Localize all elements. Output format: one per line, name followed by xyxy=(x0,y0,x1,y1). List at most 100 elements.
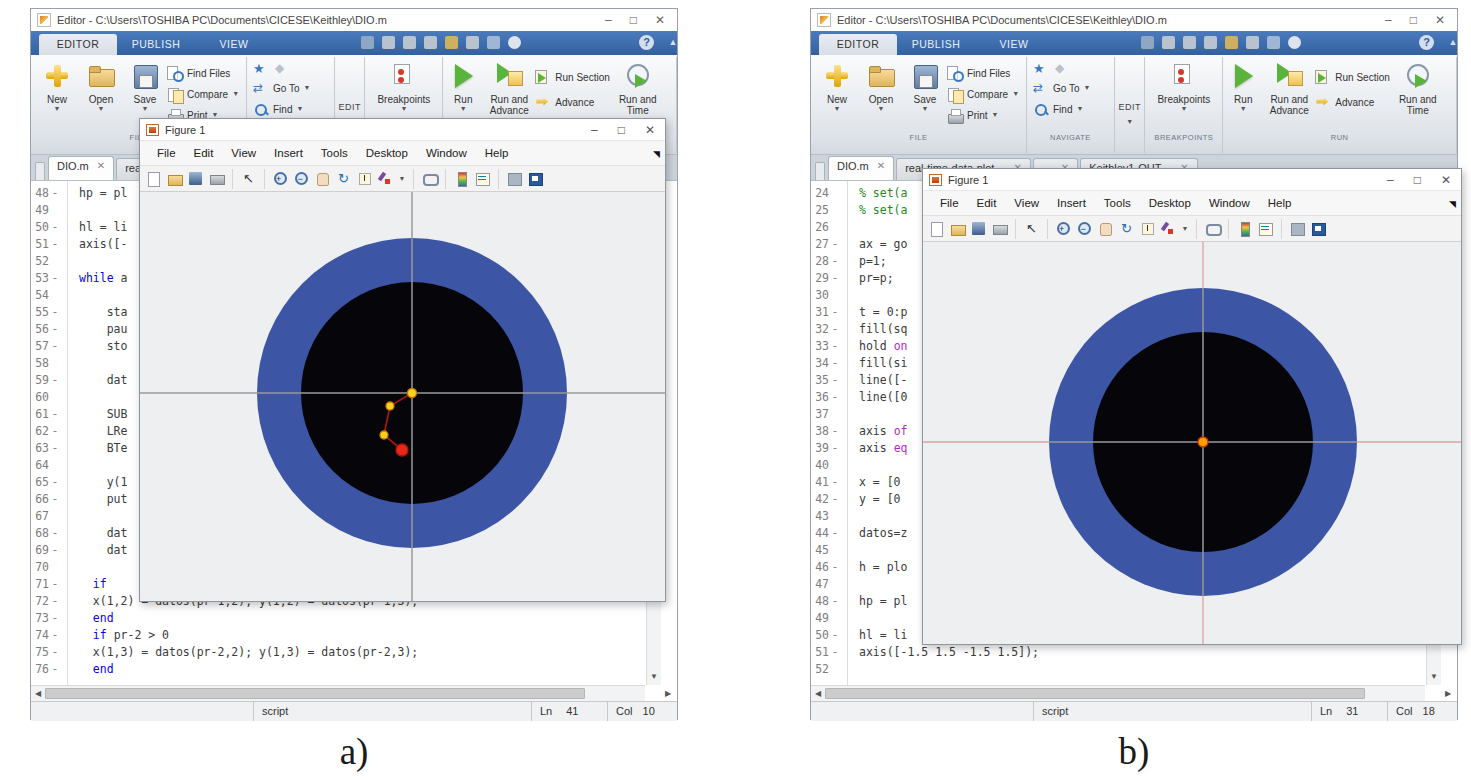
new-button[interactable]: New ▼ xyxy=(35,61,79,143)
find-files-button[interactable]: Find Files xyxy=(947,65,1019,81)
insert-legend-icon[interactable] xyxy=(1257,220,1274,237)
chevron-down-icon[interactable]: ▼ xyxy=(1181,220,1189,237)
minimize-button[interactable]: – xyxy=(1385,13,1392,27)
data-cursor-icon[interactable] xyxy=(1139,220,1156,237)
open-file-icon[interactable] xyxy=(949,220,966,237)
insert-colorbar-icon[interactable] xyxy=(453,170,470,187)
zoom-in-icon[interactable] xyxy=(272,170,289,187)
collapse-ribbon-icon[interactable]: ▲ xyxy=(1445,35,1461,50)
flag-icon[interactable]: ◆ xyxy=(1055,61,1071,76)
ribbon-tab-view[interactable]: VIEW xyxy=(195,34,273,55)
undo-icon[interactable] xyxy=(1225,36,1238,49)
minimize-button[interactable]: – xyxy=(605,13,612,27)
pan-icon[interactable] xyxy=(314,170,331,187)
zoom-in-icon[interactable] xyxy=(1055,220,1072,237)
figure-minimize-button[interactable]: – xyxy=(591,123,598,137)
menu-item[interactable]: Help xyxy=(1259,197,1301,209)
menu-item[interactable]: Tools xyxy=(312,147,357,159)
copy-icon[interactable] xyxy=(1183,36,1196,49)
show-plot-tools-icon[interactable] xyxy=(527,170,544,187)
ribbon-help-icon[interactable]: ? xyxy=(639,35,654,50)
copy-icon[interactable] xyxy=(403,36,416,49)
menu-overflow-icon[interactable]: ◥ xyxy=(1449,199,1456,209)
breakpoints-button[interactable]: Breakpoints ▼ xyxy=(1149,61,1219,113)
pan-icon[interactable] xyxy=(1097,220,1114,237)
maximize-button[interactable]: □ xyxy=(1410,13,1417,27)
run-and-time-button[interactable]: Run andTime xyxy=(1394,61,1442,143)
open-button[interactable]: Open ▼ xyxy=(79,61,123,143)
menu-item[interactable]: Window xyxy=(1200,197,1259,209)
cut-icon[interactable] xyxy=(382,36,395,49)
horizontal-scrollbar[interactable]: ◀ ▶ xyxy=(31,685,645,701)
print-figure-icon[interactable] xyxy=(208,170,225,187)
find-button[interactable]: Find ▼ xyxy=(253,101,334,117)
chevron-down-icon[interactable]: ▼ xyxy=(398,170,406,187)
menu-item[interactable]: Edit xyxy=(968,197,1006,209)
close-button[interactable]: ✕ xyxy=(655,13,665,27)
figure-minimize-button[interactable]: – xyxy=(1387,173,1394,187)
open-button[interactable]: Open ▼ xyxy=(859,61,903,143)
insert-legend-icon[interactable] xyxy=(474,170,491,187)
menu-item[interactable]: Help xyxy=(476,147,518,159)
menu-item[interactable]: Insert xyxy=(1048,197,1095,209)
link-plot-icon[interactable] xyxy=(421,170,438,187)
zoom-out-icon[interactable] xyxy=(293,170,310,187)
run-and-advance-button[interactable]: Run andAdvance xyxy=(1263,61,1315,143)
redo-icon[interactable] xyxy=(466,36,479,49)
menu-item[interactable]: File xyxy=(148,147,185,159)
run-button[interactable]: Run ▼ xyxy=(1223,61,1263,143)
find-files-button[interactable]: Find Files xyxy=(167,65,239,81)
menu-item[interactable]: Desktop xyxy=(357,147,417,159)
paste-icon[interactable] xyxy=(1204,36,1217,49)
menu-item[interactable]: Insert xyxy=(265,147,312,159)
collapse-ribbon-icon[interactable]: ▲ xyxy=(665,35,681,50)
figure-maximize-button[interactable]: □ xyxy=(618,123,625,137)
compare-button[interactable]: Compare ▼ xyxy=(167,86,239,102)
close-button[interactable]: ✕ xyxy=(1435,13,1445,27)
document-tab[interactable]: DIO.m ✕ xyxy=(48,156,114,180)
advance-button[interactable]: Advance xyxy=(535,94,609,110)
switch-window-icon[interactable] xyxy=(1267,36,1280,49)
print-button[interactable]: Print ▼ xyxy=(947,107,1019,123)
edit-group[interactable]: EDIT ▼ xyxy=(1115,55,1145,143)
new-figure-icon[interactable] xyxy=(928,220,945,237)
hide-plot-tools-icon[interactable] xyxy=(1289,220,1306,237)
menu-item[interactable]: Tools xyxy=(1095,197,1140,209)
save-button[interactable]: Save ▼ xyxy=(903,61,947,143)
advance-button[interactable]: Advance xyxy=(1315,94,1389,110)
help-icon[interactable] xyxy=(1288,36,1301,49)
save-icon[interactable] xyxy=(361,36,374,49)
menu-item[interactable]: View xyxy=(1005,197,1048,209)
horizontal-scrollbar[interactable]: ◀ ▶ xyxy=(811,685,1425,701)
flag-icon[interactable]: ◆ xyxy=(275,61,291,76)
redo-icon[interactable] xyxy=(1246,36,1259,49)
insert-colorbar-icon[interactable] xyxy=(1236,220,1253,237)
compare-button[interactable]: Compare ▼ xyxy=(947,86,1019,102)
close-tab-icon[interactable]: ✕ xyxy=(97,160,105,180)
run-section-button[interactable]: Run Section xyxy=(535,69,609,85)
hide-plot-tools-icon[interactable] xyxy=(506,170,523,187)
edit-plot-icon[interactable]: ↖ xyxy=(1023,220,1040,237)
find-button[interactable]: Find ▼ xyxy=(1033,101,1114,117)
scroll-right-icon[interactable]: ▶ xyxy=(661,686,675,702)
ribbon-tab-publish[interactable]: PUBLISH xyxy=(117,34,195,55)
rotate-3d-icon[interactable]: ↻ xyxy=(1118,220,1135,237)
scrollbar-thumb[interactable] xyxy=(825,688,1365,699)
cut-icon[interactable] xyxy=(1162,36,1175,49)
scroll-right-icon[interactable]: ▶ xyxy=(1441,686,1455,702)
brush-icon[interactable] xyxy=(377,170,394,187)
save-figure-icon[interactable] xyxy=(970,220,987,237)
goto-button[interactable]: ⇄ Go To ▼ xyxy=(1033,80,1114,96)
scroll-left-icon[interactable]: ◀ xyxy=(31,686,45,702)
menu-item[interactable]: View xyxy=(222,147,265,159)
scroll-left-icon[interactable]: ◀ xyxy=(811,686,825,702)
goto-button[interactable]: ⇄ Go To ▼ xyxy=(253,80,334,96)
ribbon-tab-view[interactable]: VIEW xyxy=(975,34,1053,55)
zoom-out-icon[interactable] xyxy=(1076,220,1093,237)
brush-icon[interactable] xyxy=(1160,220,1177,237)
save-icon[interactable] xyxy=(1141,36,1154,49)
scroll-down-icon[interactable]: ▼ xyxy=(1427,670,1441,684)
figure-close-button[interactable]: ✕ xyxy=(645,123,655,137)
menu-item[interactable]: Edit xyxy=(185,147,223,159)
ribbon-tab-editor[interactable]: EDITOR xyxy=(39,34,117,55)
